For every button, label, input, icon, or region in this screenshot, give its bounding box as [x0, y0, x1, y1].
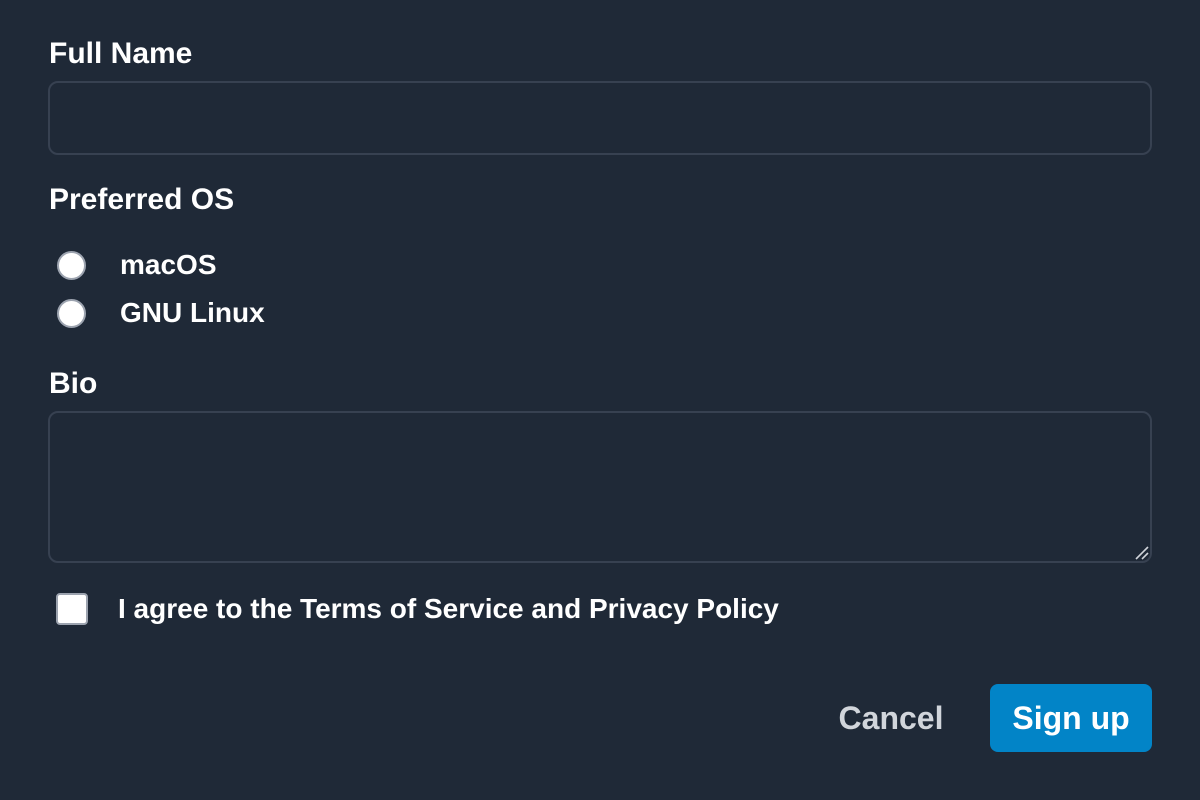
- full-name-input[interactable]: [48, 81, 1152, 155]
- os-option-gnu-linux[interactable]: GNU Linux: [57, 296, 265, 330]
- terms-agreement[interactable]: I agree to the Terms of Service and Priv…: [56, 592, 779, 626]
- terms-checkbox[interactable]: [56, 593, 88, 625]
- macos-label[interactable]: macOS: [120, 248, 217, 282]
- os-option-macos[interactable]: macOS: [57, 248, 217, 282]
- signup-button[interactable]: Sign up: [990, 684, 1152, 752]
- signup-form: Full Name Preferred OS macOS GNU Linux B…: [0, 0, 1200, 800]
- gnu-linux-radio[interactable]: [57, 298, 86, 328]
- preferred-os-label: Preferred OS: [49, 183, 235, 216]
- bio-textarea[interactable]: [48, 411, 1152, 563]
- terms-label[interactable]: I agree to the Terms of Service and Priv…: [118, 592, 779, 626]
- bio-label: Bio: [49, 367, 98, 400]
- full-name-label: Full Name: [49, 37, 193, 70]
- macos-radio[interactable]: [57, 250, 86, 280]
- resize-grip-icon[interactable]: [1133, 544, 1149, 560]
- gnu-linux-label[interactable]: GNU Linux: [120, 296, 265, 330]
- cancel-button[interactable]: Cancel: [818, 684, 964, 752]
